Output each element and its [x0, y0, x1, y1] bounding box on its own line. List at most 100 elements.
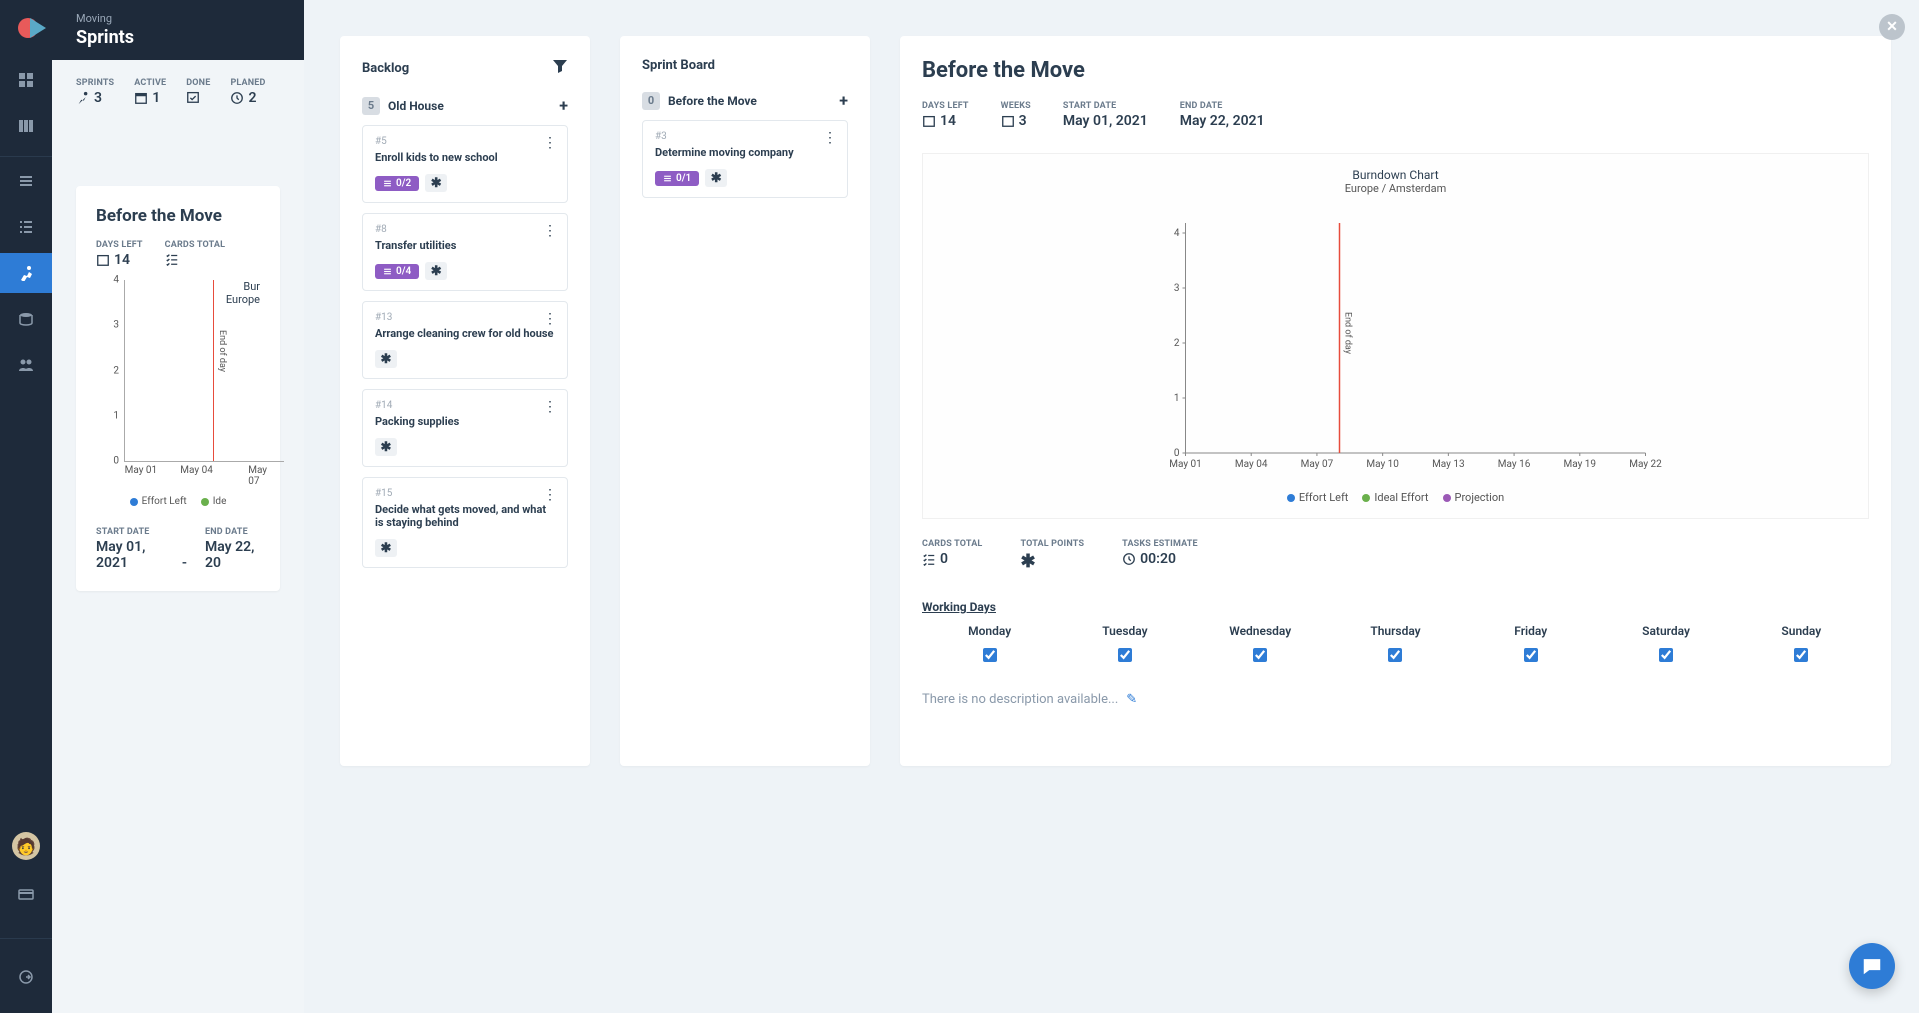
points-badge: ✱	[425, 174, 447, 192]
card-id: #8	[375, 224, 555, 235]
checklist-icon	[165, 252, 179, 266]
card-menu-icon[interactable]: ⋮	[543, 224, 557, 238]
day-checkbox[interactable]	[1253, 648, 1267, 662]
backlog-count-badge: 5	[362, 97, 380, 115]
nav-sprints[interactable]	[0, 253, 52, 293]
sprint-board-title: Sprint Board	[642, 58, 715, 73]
page-header: Moving Sprints	[52, 0, 304, 60]
day-label: Wednesday	[1193, 624, 1328, 638]
working-days-title: Working Days	[922, 600, 1869, 614]
checklist-badge: 0/2	[375, 176, 419, 191]
app-logo	[12, 14, 48, 42]
legend-ideal: Ideal Effort	[1362, 491, 1428, 504]
task-card[interactable]: ⋮ #3 Determine moving company 0/1 ✱	[642, 120, 848, 198]
burndown-chart: Burndown Chart Europe / Amsterdam 0 1 2 …	[922, 153, 1869, 519]
asterisk-icon: ✱	[1020, 551, 1035, 572]
points-badge: ✱	[425, 262, 447, 280]
main-background: SPRINTS3 ACTIVE1 DONE PLANED2 Before the…	[52, 60, 304, 1013]
calendar-icon	[922, 114, 936, 128]
day-checkbox[interactable]	[1524, 648, 1538, 662]
day-label: Thursday	[1328, 624, 1463, 638]
add-card-button[interactable]: +	[559, 96, 568, 115]
points-badge: ✱	[705, 169, 727, 187]
sprint-column: Sprint Board 0 Before the Move + ⋮ #3 De…	[620, 36, 870, 766]
card-title: Packing supplies	[375, 415, 555, 428]
card-menu-icon[interactable]: ⋮	[543, 488, 557, 502]
checklist-badge: 0/1	[655, 171, 699, 186]
svg-text:1: 1	[1174, 393, 1180, 404]
nav-billing[interactable]	[0, 874, 52, 914]
card-id: #13	[375, 312, 555, 323]
nav-dashboard[interactable]	[0, 60, 52, 100]
task-card[interactable]: ⋮ #15 Decide what gets moved, and what i…	[362, 477, 568, 568]
card-title: Transfer utilities	[375, 239, 555, 252]
overlay-panel: ✕ Backlog 5 Old House + ⋮ #5 Enroll kids…	[304, 0, 1919, 1013]
sidebar-separator-2	[0, 938, 52, 939]
edit-description-icon[interactable]: ✎	[1126, 692, 1137, 707]
chat-bubble-button[interactable]	[1849, 943, 1895, 989]
nav-boards[interactable]	[0, 106, 52, 146]
svg-text:May 01: May 01	[1169, 459, 1202, 470]
nav-logout[interactable]	[0, 957, 52, 997]
svg-text:3: 3	[1174, 283, 1180, 294]
task-card[interactable]: ⋮ #8 Transfer utilities 0/4 ✱	[362, 213, 568, 291]
svg-text:May 04: May 04	[1235, 459, 1268, 470]
nav-team[interactable]	[0, 345, 52, 385]
add-sprint-card-button[interactable]: +	[839, 91, 848, 110]
card-title: Arrange cleaning crew for old house	[375, 327, 555, 340]
task-card[interactable]: ⋮ #13 Arrange cleaning crew for old hous…	[362, 301, 568, 379]
card-title: Determine moving company	[655, 146, 835, 159]
card-menu-icon[interactable]: ⋮	[543, 136, 557, 150]
card-title: Decide what gets moved, and what is stay…	[375, 503, 555, 529]
svg-text:May 19: May 19	[1564, 459, 1597, 470]
card-id: #3	[655, 131, 835, 142]
calendar-check-icon	[186, 90, 200, 104]
filter-icon[interactable]	[552, 58, 568, 78]
points-badge: ✱	[375, 438, 397, 456]
backlog-title: Backlog	[362, 61, 409, 76]
svg-text:May 10: May 10	[1366, 459, 1399, 470]
day-checkbox[interactable]	[1659, 648, 1673, 662]
day-checkbox[interactable]	[1118, 648, 1132, 662]
svg-text:May 13: May 13	[1432, 459, 1465, 470]
svg-text:May 16: May 16	[1498, 459, 1531, 470]
sprint-count-badge: 0	[642, 92, 660, 110]
project-name: Moving	[76, 12, 280, 25]
day-checkbox[interactable]	[1794, 648, 1808, 662]
nav-list2[interactable]	[0, 207, 52, 247]
nav-list1[interactable]	[0, 161, 52, 201]
description-text: There is no description available...	[922, 692, 1118, 707]
points-badge: ✱	[375, 539, 397, 557]
svg-text:End of day: End of day	[1343, 312, 1353, 355]
close-button[interactable]: ✕	[1879, 14, 1905, 40]
legend-effort: Effort Left	[1287, 491, 1349, 504]
card-menu-icon[interactable]: ⋮	[543, 400, 557, 414]
card-menu-icon[interactable]: ⋮	[543, 312, 557, 326]
card-id: #15	[375, 488, 555, 499]
user-avatar[interactable]: 🧑	[12, 832, 40, 860]
svg-text:May 22: May 22	[1629, 459, 1662, 470]
day-label: Saturday	[1598, 624, 1733, 638]
chart-svg: 0 1 2 3 4 May 01May 04May 07May 10May 13…	[937, 203, 1854, 483]
svg-text:2: 2	[1174, 338, 1180, 349]
day-label: Friday	[1463, 624, 1598, 638]
day-label: Tuesday	[1057, 624, 1192, 638]
calendar-icon	[96, 253, 110, 267]
nav-database[interactable]	[0, 299, 52, 339]
day-checkbox[interactable]	[983, 648, 997, 662]
sprint-summary-card[interactable]: Before the Move DAYS LEFT14 CARDS TOTAL …	[76, 186, 280, 591]
card-id: #5	[375, 136, 555, 147]
card-menu-icon[interactable]: ⋮	[823, 131, 837, 145]
task-card[interactable]: ⋮ #14 Packing supplies ✱	[362, 389, 568, 467]
checklist-badge: 0/4	[375, 264, 419, 279]
day-label: Sunday	[1734, 624, 1869, 638]
calendar-icon	[134, 91, 148, 105]
svg-text:May 07: May 07	[1301, 459, 1334, 470]
sidebar-separator	[0, 156, 52, 157]
day-checkbox[interactable]	[1388, 648, 1402, 662]
task-card[interactable]: ⋮ #5 Enroll kids to new school 0/2✱	[362, 125, 568, 203]
detail-column: Before the Move DAYS LEFT14 WEEKS3 START…	[900, 36, 1891, 766]
svg-text:4: 4	[1174, 228, 1180, 239]
day-label: Monday	[922, 624, 1057, 638]
card-id: #14	[375, 400, 555, 411]
